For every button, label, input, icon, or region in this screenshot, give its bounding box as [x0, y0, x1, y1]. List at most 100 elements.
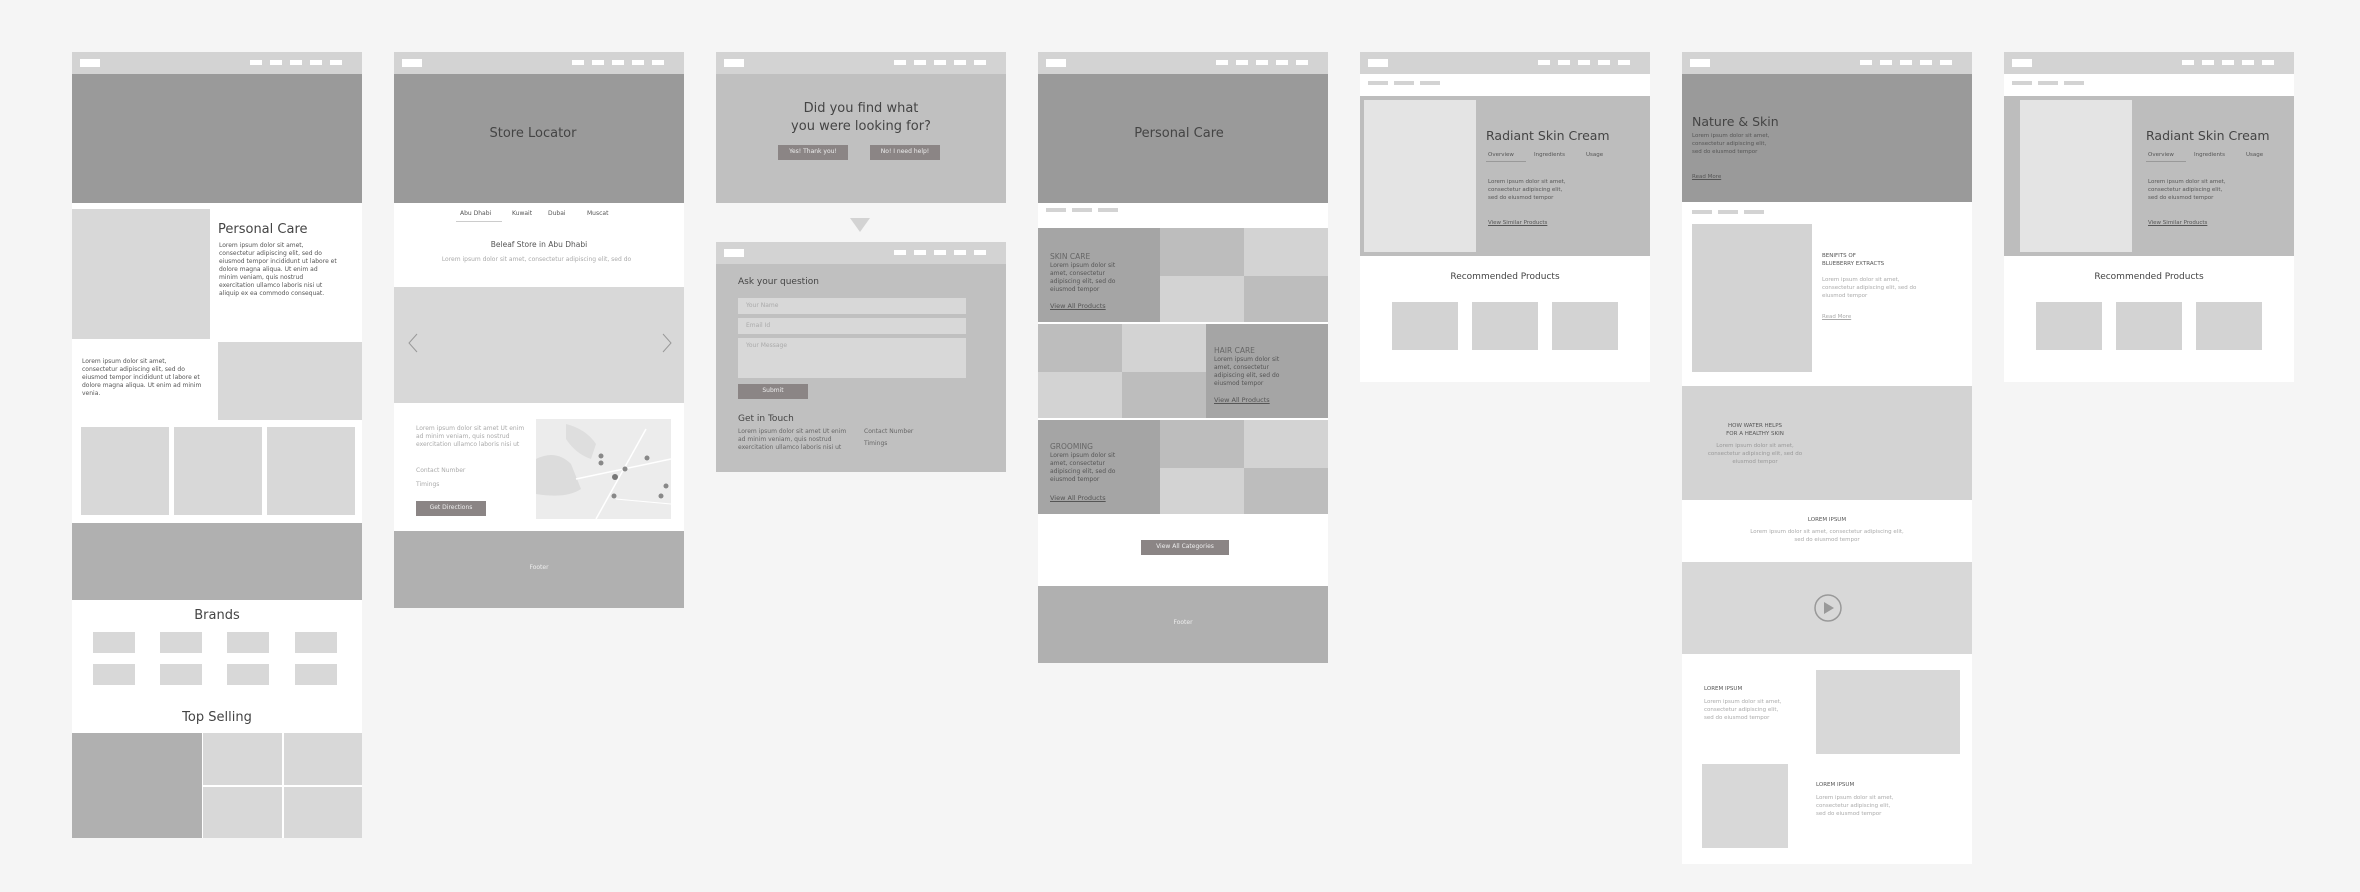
product-tile[interactable] — [1160, 276, 1244, 322]
get-directions-button[interactable]: Get Directions — [416, 501, 486, 516]
nav-link[interactable] — [974, 250, 986, 255]
recommended-product[interactable] — [1392, 302, 1458, 350]
top-selling-item[interactable] — [284, 787, 362, 838]
breadcrumb-item[interactable] — [1046, 208, 1066, 212]
recommended-product[interactable] — [2116, 302, 2182, 350]
view-all-products-link[interactable]: View All Products — [1214, 396, 1270, 404]
store-image-slider[interactable] — [394, 287, 684, 403]
product-tile[interactable] — [1038, 372, 1122, 418]
breadcrumb-item[interactable] — [1420, 81, 1440, 85]
tab-overview[interactable]: Overview — [1488, 152, 1514, 158]
nav-link[interactable] — [2262, 60, 2274, 65]
tab-usage[interactable]: Usage — [2246, 152, 2263, 158]
nav-link[interactable] — [1598, 60, 1610, 65]
nav-link[interactable] — [1216, 60, 1228, 65]
tab-muscat[interactable]: Muscat — [587, 210, 608, 217]
product-tile[interactable] — [1122, 372, 1206, 418]
top-selling-item[interactable] — [203, 733, 282, 785]
nav-link[interactable] — [1940, 60, 1952, 65]
read-more-link[interactable]: Read More — [1822, 314, 1851, 320]
recommended-product[interactable] — [1472, 302, 1538, 350]
product-tile[interactable] — [1160, 468, 1244, 514]
view-all-products-link[interactable]: View All Products — [1050, 302, 1106, 310]
brand-logo[interactable] — [93, 632, 135, 653]
product-tile[interactable] — [1244, 468, 1328, 514]
nav-link[interactable] — [612, 60, 624, 65]
breadcrumb-item[interactable] — [1368, 81, 1388, 85]
store-map[interactable] — [536, 419, 672, 520]
nav-link[interactable] — [270, 60, 282, 65]
nav-link[interactable] — [1880, 60, 1892, 65]
breadcrumb-item[interactable] — [2012, 81, 2032, 85]
tab-ingredients[interactable]: Ingredients — [2194, 152, 2225, 158]
email-field[interactable]: Email Id — [738, 318, 966, 334]
nav-link[interactable] — [2182, 60, 2194, 65]
play-icon[interactable] — [1813, 593, 1843, 623]
video-player[interactable] — [1682, 562, 1972, 654]
chevron-left-icon[interactable] — [408, 333, 418, 353]
recommended-product[interactable] — [2036, 302, 2102, 350]
view-similar-products-link[interactable]: View Similar Products — [2148, 220, 2207, 226]
nav-link[interactable] — [2202, 60, 2214, 65]
logo[interactable] — [724, 249, 744, 257]
product-tile[interactable] — [1160, 420, 1244, 468]
nav-link[interactable] — [330, 60, 342, 65]
nav-link[interactable] — [914, 60, 926, 65]
nav-link[interactable] — [1256, 60, 1268, 65]
nav-link[interactable] — [1236, 60, 1248, 65]
view-all-categories-button[interactable]: View All Categories — [1141, 540, 1229, 555]
logo[interactable] — [2012, 59, 2032, 67]
brand-logo[interactable] — [295, 664, 337, 685]
nav-link[interactable] — [934, 250, 946, 255]
nav-link[interactable] — [914, 250, 926, 255]
nav-link[interactable] — [310, 60, 322, 65]
nav-link[interactable] — [1618, 60, 1630, 65]
tab-kuwait[interactable]: Kuwait — [512, 210, 532, 217]
tab-dubai[interactable]: Dubai — [548, 210, 566, 217]
top-selling-item[interactable] — [284, 733, 362, 785]
view-similar-products-link[interactable]: View Similar Products — [1488, 220, 1547, 226]
nav-link[interactable] — [974, 60, 986, 65]
brand-logo[interactable] — [227, 664, 269, 685]
recommended-product[interactable] — [2196, 302, 2262, 350]
product-tile[interactable] — [1244, 420, 1328, 468]
tab-ingredients[interactable]: Ingredients — [1534, 152, 1565, 158]
nav-link[interactable] — [290, 60, 302, 65]
nav-link[interactable] — [592, 60, 604, 65]
product-tile[interactable] — [1244, 228, 1328, 276]
nav-link[interactable] — [2242, 60, 2254, 65]
logo[interactable] — [1368, 59, 1388, 67]
brand-logo[interactable] — [227, 632, 269, 653]
top-selling-item[interactable] — [203, 787, 282, 838]
nav-link[interactable] — [1578, 60, 1590, 65]
brand-logo[interactable] — [160, 664, 202, 685]
nav-link[interactable] — [1860, 60, 1872, 65]
name-field[interactable]: Your Name — [738, 298, 966, 314]
product-tile[interactable] — [1244, 276, 1328, 322]
yes-button[interactable]: Yes! Thank you! — [778, 145, 848, 160]
nav-link[interactable] — [572, 60, 584, 65]
nav-link[interactable] — [250, 60, 262, 65]
breadcrumb-item[interactable] — [2038, 81, 2058, 85]
nav-link[interactable] — [1920, 60, 1932, 65]
nav-link[interactable] — [1558, 60, 1570, 65]
submit-button[interactable]: Submit — [738, 384, 808, 399]
top-selling-main[interactable] — [72, 733, 202, 838]
nav-link[interactable] — [1900, 60, 1912, 65]
nav-link[interactable] — [2222, 60, 2234, 65]
product-tile[interactable] — [1038, 324, 1122, 372]
breadcrumb-item[interactable] — [1098, 208, 1118, 212]
breadcrumb-item[interactable] — [1692, 210, 1712, 214]
nav-link[interactable] — [934, 60, 946, 65]
nav-link[interactable] — [894, 60, 906, 65]
tab-overview[interactable]: Overview — [2148, 152, 2174, 158]
tab-abu-dhabi[interactable]: Abu Dhabi — [460, 210, 491, 217]
nav-link[interactable] — [632, 60, 644, 65]
product-tile[interactable] — [1122, 324, 1206, 372]
brand-logo[interactable] — [295, 632, 337, 653]
logo[interactable] — [1690, 59, 1710, 67]
nav-link[interactable] — [652, 60, 664, 65]
tab-usage[interactable]: Usage — [1586, 152, 1603, 158]
product-tile[interactable] — [1160, 228, 1244, 276]
logo[interactable] — [402, 59, 422, 67]
